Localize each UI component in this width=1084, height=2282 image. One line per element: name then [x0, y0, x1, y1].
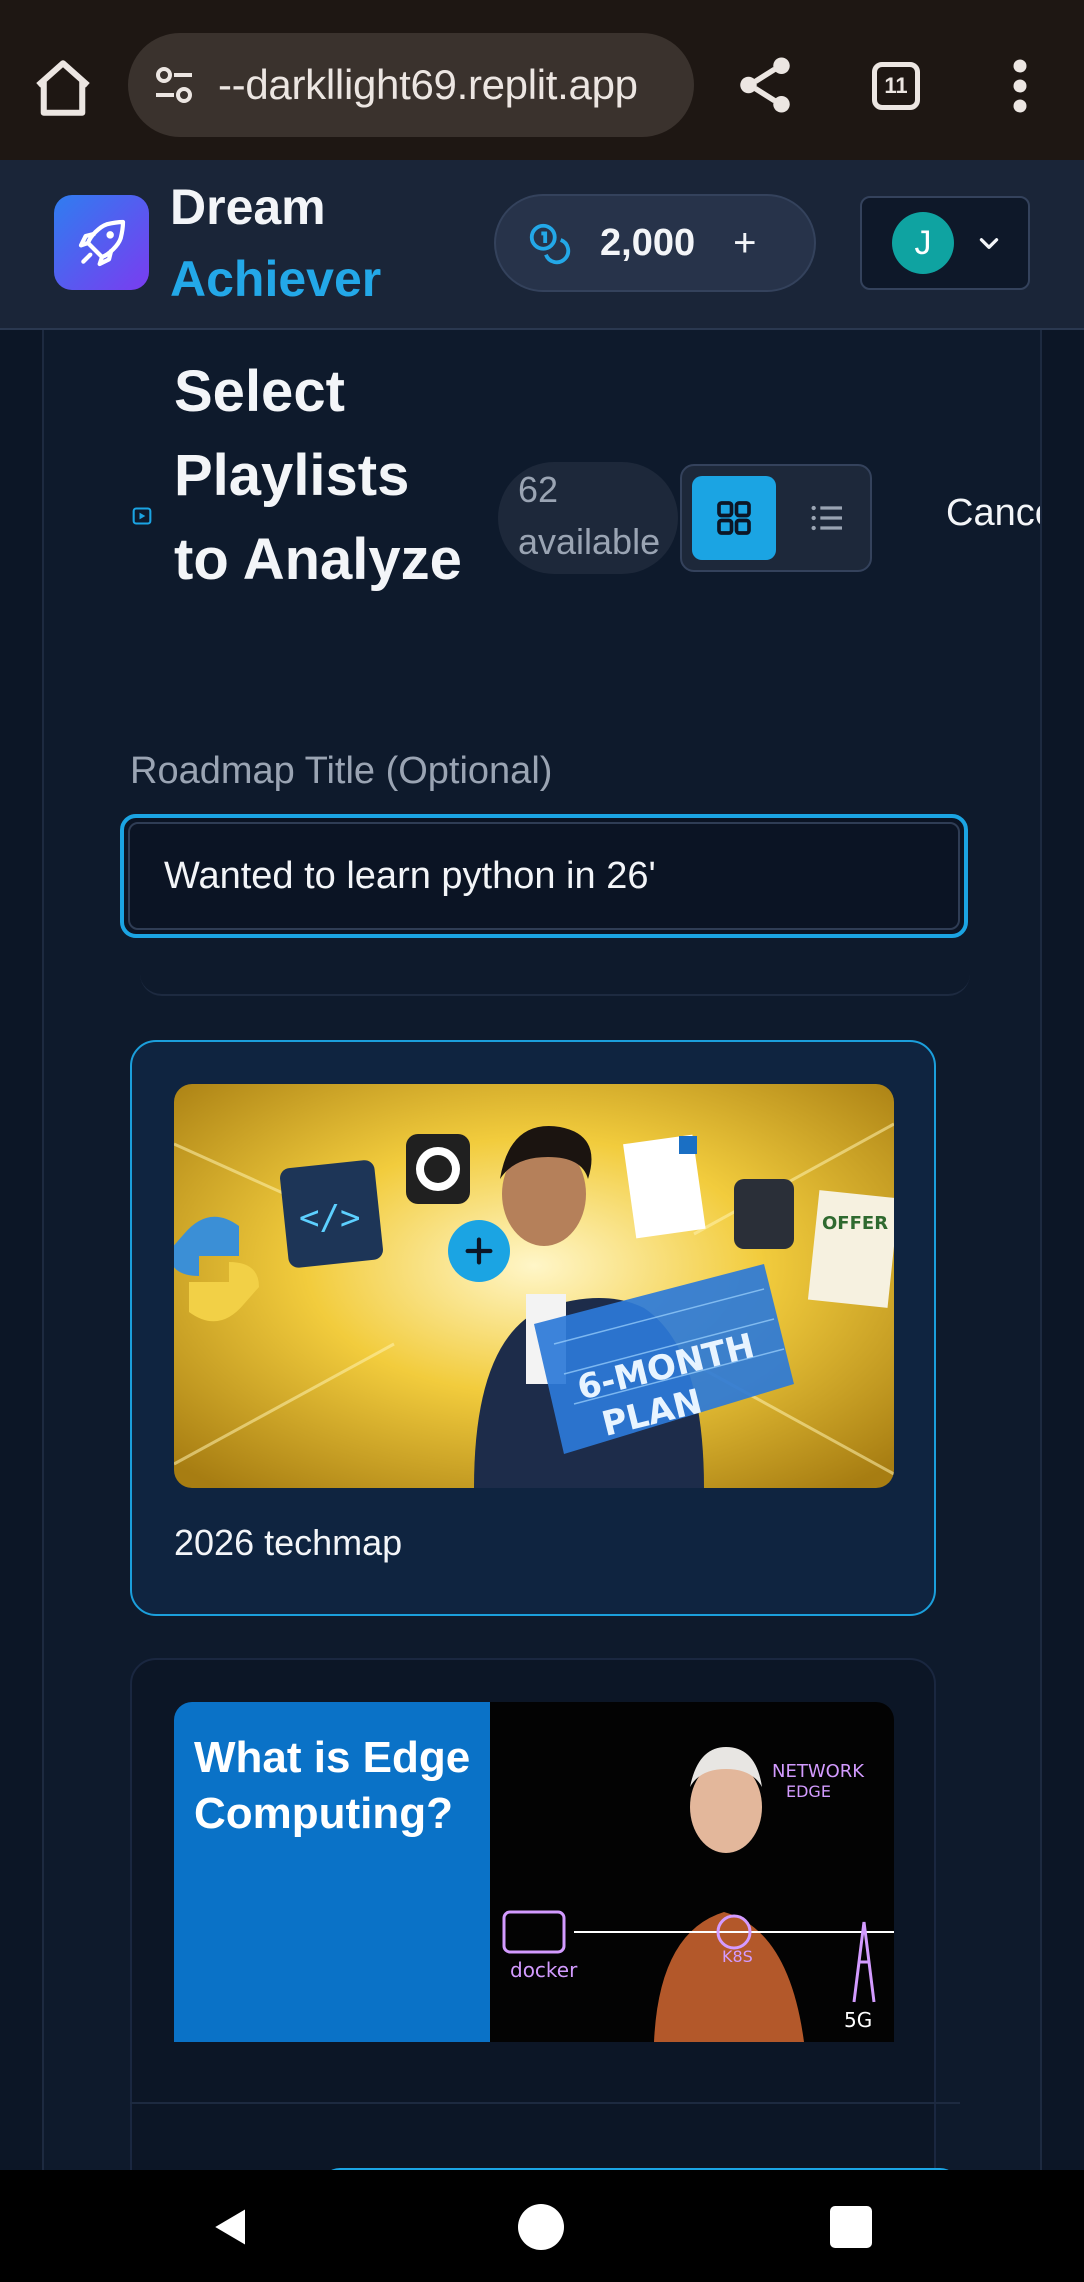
overflow-menu-icon[interactable]: [1002, 56, 1038, 116]
grid-icon: [717, 501, 751, 535]
browser-toolbar: --darkllight69.replit.app 11: [0, 0, 1084, 160]
rocket-icon: [78, 219, 125, 266]
page-title: Select Playlists to Analyze: [174, 359, 462, 592]
home-nav-icon[interactable]: [518, 2204, 564, 2250]
add-playlist-button[interactable]: [448, 1220, 510, 1282]
svg-text:K8S: K8S: [722, 1947, 753, 1966]
coins-icon: [529, 223, 571, 265]
svg-text:EDGE: EDGE: [786, 1782, 831, 1801]
cancel-button[interactable]: Cancel: [946, 492, 1040, 535]
list-icon: [811, 505, 842, 531]
plus-icon: [465, 1237, 493, 1265]
credits-balance-button[interactable]: 2,000 +: [494, 194, 816, 292]
tab-switcher-button[interactable]: 11: [872, 62, 920, 110]
roadmap-title-input[interactable]: Wanted to learn python in 26': [120, 814, 968, 938]
roadmap-title-label: Roadmap Title (Optional): [130, 750, 553, 792]
svg-text:5G: 5G: [844, 2008, 872, 2032]
recents-icon[interactable]: [830, 2206, 872, 2248]
svg-text:</>: </>: [299, 1198, 360, 1238]
svg-text:docker: docker: [510, 1958, 578, 1982]
site-settings-icon[interactable]: [150, 61, 198, 109]
brand-name-line2: Achiever: [170, 251, 382, 307]
share-icon[interactable]: [732, 52, 798, 118]
footer-divider: [130, 2102, 960, 2104]
url-text: --darkllight69.replit.app: [218, 61, 638, 108]
credits-value: 2,000: [600, 221, 696, 264]
brand-name-line1: Dream: [170, 179, 326, 235]
available-count-badge: 62 available: [498, 462, 678, 574]
system-navigation-bar: [0, 2170, 1084, 2282]
view-mode-toggle: [680, 464, 872, 572]
list-item[interactable]: [140, 954, 970, 996]
list-view-button[interactable]: [790, 476, 864, 560]
playlist-thumbnail: docker K8S 5G NETWORK EDGE What is Edge …: [174, 1702, 894, 2042]
playlist-selector-panel: Select Playlists to Analyze 62 available…: [42, 330, 1042, 2170]
home-icon[interactable]: [30, 55, 96, 121]
chevron-down-icon: [979, 238, 999, 249]
thumbnail-caption: What is Edge Computing?: [194, 1733, 471, 1838]
roadmap-title-value[interactable]: Wanted to learn python in 26': [128, 822, 960, 930]
svg-text:NETWORK: NETWORK: [772, 1761, 865, 1782]
playlist-title: 2026 techmap: [174, 1522, 403, 1563]
app-header: Dream Achiever 2,000 + J: [0, 160, 1084, 330]
add-credits-icon[interactable]: +: [733, 221, 756, 266]
playlist-card[interactable]: docker K8S 5G NETWORK EDGE What is Edge …: [130, 1658, 936, 2170]
playlist-card-selected[interactable]: </> 6-MONTH PLAN OFFER 2026 techmap: [130, 1040, 936, 1616]
address-bar[interactable]: --darkllight69.replit.app: [128, 33, 694, 137]
back-icon[interactable]: [210, 2204, 252, 2250]
playlist-thumbnail: </> 6-MONTH PLAN OFFER: [174, 1084, 894, 1488]
app-logo[interactable]: [54, 195, 149, 290]
avatar: J: [892, 212, 954, 274]
svg-text:OFFER: OFFER: [822, 1213, 888, 1234]
user-menu-button[interactable]: J: [860, 196, 1030, 290]
grid-view-button[interactable]: [692, 476, 776, 560]
playlist-icon: [132, 507, 152, 525]
